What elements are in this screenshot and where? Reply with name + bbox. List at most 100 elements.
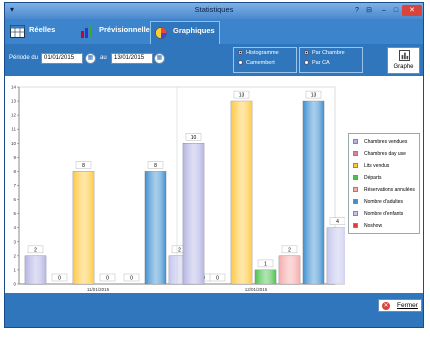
legend-label: Chambres day use [364,151,406,157]
bar-chart: 0123456789101112131411/01/20152080082012… [11,85,345,292]
bar-highlight [145,171,166,284]
legend-swatch [353,211,358,217]
legend-swatch [353,151,358,157]
date-from-input[interactable]: 01/01/2015 [41,53,83,64]
data-label: 0 [106,276,109,282]
legend-swatch [353,199,358,205]
data-label: 8 [82,163,85,169]
radio-label: Camembert [246,60,275,66]
data-label: 8 [154,163,157,169]
au-label: au [100,55,107,61]
chart-area: 0123456789101112131411/01/20152080082012… [5,76,423,293]
legend-item: Départs [353,175,382,181]
data-label: 2 [178,247,181,253]
tab-label: Graphiques [173,26,215,35]
y-tick-label: 3 [13,239,16,244]
legend-label: Réservations annulées [364,187,415,193]
fermer-button[interactable]: ✕ Fermer [378,299,422,312]
y-tick-label: 14 [11,85,17,90]
legend-swatch [353,175,358,181]
help-icon[interactable]: ? [352,5,362,16]
data-label: 0 [216,276,219,282]
data-label: 2 [288,247,291,253]
y-tick-label: 2 [13,253,16,258]
date-to-input[interactable]: 13/01/2015 [111,53,153,64]
legend-label: Nombre d'enfants [364,211,404,217]
chart-legend: Chambres vendues Chambres day use Lits ven… [348,133,420,234]
y-tick-label: 12 [11,113,17,118]
y-tick-label: 5 [13,211,16,216]
data-label: 2 [34,247,37,253]
y-tick-label: 6 [13,197,16,202]
legend-item: Nombre d'enfants [353,211,403,217]
close-button[interactable]: ✕ [402,5,422,16]
y-tick-label: 8 [13,169,16,174]
radio-selected-icon [238,50,243,56]
data-label: 4 [336,219,339,225]
y-tick-label: 10 [11,141,17,146]
x-tick-label: 11/01/2015 [87,287,110,292]
y-tick-label: 13 [11,99,17,104]
legend-label: Nombre d'adultes [364,199,404,205]
radio-label: Par Chambre [312,50,345,56]
tab-previsionnelles[interactable]: Prévisionnelles [77,21,154,44]
x-tick-label: 12/01/2015 [245,287,268,292]
radio-histogramme[interactable]: Histogramme [238,50,279,56]
pie-chart-icon [155,27,167,39]
radio-label: Par CA [312,60,330,66]
bar-highlight [255,269,276,284]
radio-unselected-icon [304,60,309,66]
data-label: 10 [191,135,197,141]
minimize-button[interactable]: – [378,5,390,16]
tab-graphiques[interactable]: Graphiques [150,21,220,45]
y-tick-label: 0 [13,282,16,287]
legend-label: Chambres vendues [364,139,408,145]
y-tick-label: 9 [13,155,16,160]
graphe-button[interactable]: Graphe [387,47,420,74]
maximize-button[interactable]: □ [390,5,402,16]
statistiques-window: ▾ Statistiques ? ⊟ – □ ✕ Réelles Prévisi… [4,2,424,328]
bar-highlight [25,255,46,284]
legend-swatch [353,139,358,145]
filter-toolbar: Période du 01/01/2015 ▦ au 13/01/2015 ▦ … [5,44,423,76]
bar-highlight [279,255,300,284]
y-tick-label: 7 [13,183,16,188]
chart-icon [399,50,410,61]
radio-par-chambre[interactable]: Par Chambre [304,50,345,56]
graphe-label: Graphe [393,64,414,70]
bottom-bar [5,293,423,327]
fermer-label: Fermer [397,302,418,309]
tab-reelles[interactable]: Réelles [7,21,69,44]
chart-type-group: Histogramme Camembert [233,47,297,73]
radio-camembert[interactable]: Camembert [238,60,275,66]
data-label: 0 [130,276,133,282]
tab-label: Prévisionnelles [99,25,155,34]
table-icon [10,25,25,38]
legend-swatch [353,187,358,193]
legend-item: Réservations annulées [353,187,415,193]
data-label: 0 [58,276,61,282]
legend-item: Lits vendus [353,163,389,169]
legend-item: Nombre d'adultes [353,199,403,205]
radio-par-ca[interactable]: Par CA [304,60,330,66]
calendar-icon[interactable]: ▦ [154,53,165,64]
legend-swatch [353,163,358,169]
legend-item: Chambres vendues [353,139,407,145]
legend-label: Départs [364,175,382,181]
periode-label: Période du [9,55,39,61]
title-bar[interactable]: ▾ Statistiques ? ⊟ – □ ✕ [5,3,423,19]
tab-bar: Réelles Prévisionnelles Graphiques [5,19,423,45]
tab-label: Réelles [29,25,56,34]
legend-item: Chambres day use [353,151,406,157]
bar-highlight [183,143,204,284]
data-label: 13 [239,93,245,99]
grouping-group: Par Chambre Par CA [299,47,363,73]
bar-highlight [73,171,94,284]
settings-icon[interactable]: ⊟ [364,5,374,16]
calendar-icon[interactable]: ▦ [85,53,96,64]
bar-highlight [303,101,324,284]
y-tick-label: 1 [13,267,16,272]
legend-label: Noshow [364,223,383,229]
radio-selected-icon [304,50,309,56]
bar-chart-icon [81,26,92,38]
